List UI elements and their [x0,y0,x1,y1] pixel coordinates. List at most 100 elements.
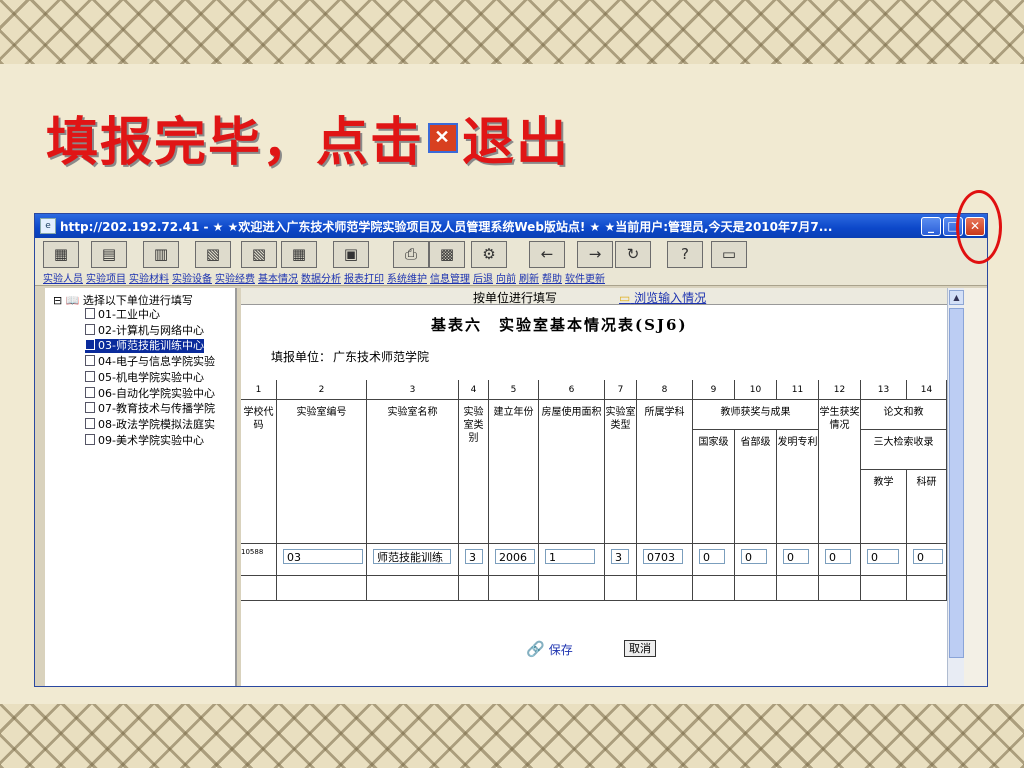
column-number: 13 [861,380,907,400]
area-input[interactable]: 1 [545,549,595,564]
manage-icon[interactable]: ⚙ [471,241,507,268]
material-icon[interactable]: ▥ [143,241,179,268]
slide-title: 填报完毕，点击 ✕ 退出 [46,100,570,175]
empty-row-cell [605,576,637,601]
tree-item[interactable]: 06-自动化学院实验中心 [85,386,215,401]
tree-item[interactable]: 07-教育技术与传播学院 [85,402,215,416]
column-number: 6 [539,380,605,400]
tab-browse-label: 浏览输入情况 [634,291,707,305]
column-number: 12 [819,380,861,400]
cancel-button[interactable]: 取消 [624,640,656,657]
lab-category-input[interactable]: 3 [465,549,483,564]
info-icon[interactable]: ▦ [281,241,317,268]
toolbar-link-0[interactable]: 实验人员 [43,270,83,285]
tree-item[interactable]: 02-计算机与网络中心 [85,323,204,338]
header-award-group: 教师获奖与成果 [693,400,819,430]
toolbar-link-12[interactable]: 刷新 [519,270,539,285]
close-icon: ✕ [428,122,459,153]
teaching-cell: 0 [861,544,907,576]
print-icon[interactable]: ⎙ [393,241,429,268]
tree-item-label: 02-计算机与网络中心 [98,323,204,337]
document-icon [85,323,95,335]
toolbar-link-13[interactable]: 帮助 [542,270,562,285]
header-subject: 所属学科 [637,400,693,544]
column-number: 7 [605,380,637,400]
patent-input[interactable]: 0 [783,549,809,564]
header-lab-category: 实验室类别 [459,400,489,544]
tree-item[interactable]: 09-美术学院实验中心 [85,433,204,448]
maintain-icon[interactable]: ▩ [429,241,465,268]
tree-item[interactable]: 01-工业中心 [85,308,160,322]
document-icon [85,433,95,445]
tree-item[interactable]: 08-政法学院模拟法庭实 [85,417,215,432]
window-title: http://202.192.72.41 - ★ ★欢迎进入广东技术师范学院实验… [60,219,833,234]
header-teaching: 教学 [861,470,907,544]
toolbar-link-6[interactable]: 数据分析 [301,270,341,285]
teaching-input[interactable]: 0 [867,549,899,564]
header-school-code: 学校代码 [241,400,277,544]
forward-arrow-icon[interactable]: → [577,241,613,268]
lab-type-input[interactable]: 3 [611,549,629,564]
subject-input[interactable]: 0703 [643,549,683,564]
toolbar-link-8[interactable]: 系统维护 [387,270,427,285]
unit-label: 填报单位： [271,350,332,364]
toolbar-link-5[interactable]: 基本情况 [258,270,298,285]
save-icon: 🔗 [526,640,545,658]
collapse-icon[interactable]: ⊟ [53,294,62,307]
column-number: 14 [907,380,947,400]
tree-root[interactable]: ⊟ 📖 选择以下单位进行填写 [53,292,193,308]
provincial-input[interactable]: 0 [741,549,767,564]
tree-item[interactable]: 05-机电学院实验中心 [85,370,204,385]
header-national: 国家级 [693,430,735,544]
back-arrow-icon[interactable]: ← [529,241,565,268]
update-icon[interactable]: ▭ [711,241,747,268]
tree-item-label: 05-机电学院实验中心 [98,370,204,384]
tree-item-label: 01-工业中心 [98,308,160,321]
save-button[interactable]: 🔗 保存 [526,640,573,658]
tree-item-label: 08-政法学院模拟法庭实 [98,417,215,431]
header-three-index: 三大检索收录 [861,430,947,470]
research-input[interactable]: 0 [913,549,943,564]
header-lab-no: 实验室编号 [277,400,367,544]
header-patent: 发明专利 [777,430,819,544]
toolbar-labels: 实验人员 实验项目 实验材料 实验设备 实验经费 基本情况 数据分析 报表打印 系统维护 信息管理… [43,270,608,285]
minimize-button[interactable]: _ [921,216,941,236]
help-icon[interactable]: ? [667,241,703,268]
tab-browse-input[interactable]: ▭ 浏览输入情况 [619,289,706,306]
toolbar-link-7[interactable]: 报表打印 [344,270,384,285]
tree-item[interactable]: 03-师范技能训练中心 [85,339,204,354]
toolbar-link-11[interactable]: 向前 [496,270,516,285]
toolbar-link-9[interactable]: 信息管理 [430,270,470,285]
student-award-input[interactable]: 0 [825,549,851,564]
toolbar-link-4[interactable]: 实验经费 [215,270,255,285]
window-titlebar[interactable]: e http://202.192.72.41 - ★ ★欢迎进入广东技术师范学院… [35,214,987,238]
fund-icon[interactable]: ▧ [241,241,277,268]
project-icon[interactable]: ▤ [91,241,127,268]
column-number: 9 [693,380,735,400]
tree-item[interactable]: 04-电子与信息学院实验 [85,355,215,369]
column-number: 5 [489,380,539,400]
lab-name-input[interactable]: 师范技能训练 [373,549,451,564]
column-number: 10 [735,380,777,400]
unit-line: 填报单位： 广东技术师范学院 [271,348,429,365]
toolbar-link-14[interactable]: 软件更新 [565,270,605,285]
toolbar-link-10[interactable]: 后退 [473,270,493,285]
toolbar-link-1[interactable]: 实验项目 [86,270,126,285]
device-icon[interactable]: ▧ [195,241,231,268]
toolbar-link-2[interactable]: 实验材料 [129,270,169,285]
document-icon [85,370,95,382]
vertical-scrollbar[interactable]: ▲ [947,288,965,686]
refresh-icon[interactable]: ↻ [615,241,651,268]
year-input[interactable]: 2006 [495,549,535,564]
scroll-thumb[interactable] [949,308,964,658]
tab-fill-by-unit[interactable]: 按单位进行填写 [473,289,557,306]
people-icon[interactable]: ▦ [43,241,79,268]
national-input[interactable]: 0 [699,549,725,564]
header-research: 科研 [907,470,947,544]
empty-row-cell [241,576,277,601]
toolbar-link-3[interactable]: 实验设备 [172,270,212,285]
scroll-up-icon[interactable]: ▲ [949,290,964,305]
research-cell: 0 [907,544,947,576]
analysis-icon[interactable]: ▣ [333,241,369,268]
lab-no-input[interactable]: 03 [283,549,363,564]
